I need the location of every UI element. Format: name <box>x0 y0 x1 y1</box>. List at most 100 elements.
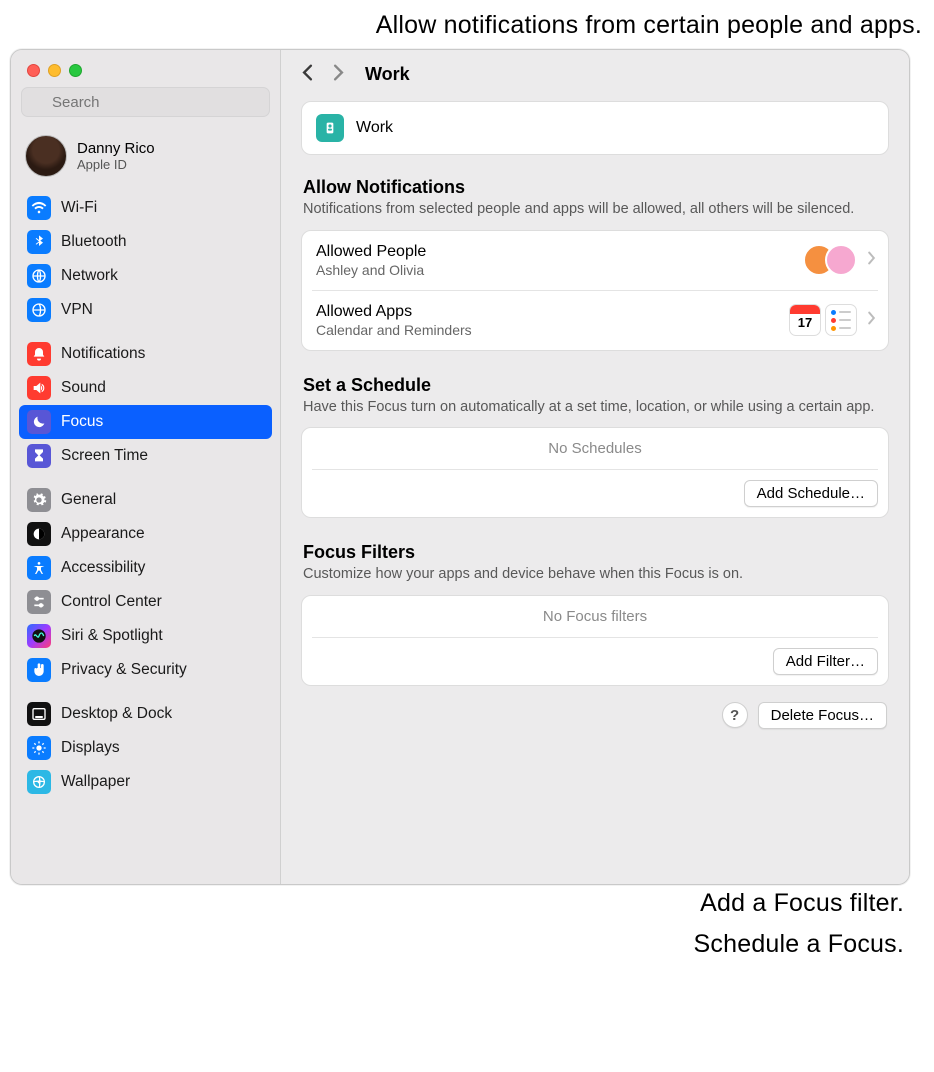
sidebar-item-vpn[interactable]: VPN <box>19 293 272 327</box>
moon-icon <box>27 410 51 434</box>
sidebar-item-accessibility[interactable]: Accessibility <box>19 551 272 585</box>
close-button[interactable] <box>27 64 40 77</box>
bell-icon <box>27 342 51 366</box>
reminders-icon <box>825 304 857 336</box>
schedule-title: Set a Schedule <box>301 375 889 396</box>
window-controls <box>11 50 280 87</box>
annotation-schedule: Schedule a Focus. <box>0 926 934 967</box>
apple-id-row[interactable]: Danny Rico Apple ID <box>11 125 280 191</box>
delete-focus-button[interactable]: Delete Focus… <box>758 702 887 729</box>
add-filter-button[interactable]: Add Filter… <box>773 648 878 675</box>
profile-sub: Apple ID <box>77 157 155 172</box>
control-icon <box>27 590 51 614</box>
sidebar-item-focus[interactable]: Focus <box>19 405 272 439</box>
sidebar-item-label: Focus <box>61 413 103 431</box>
schedule-empty: No Schedules <box>312 428 878 470</box>
sidebar-item-label: Wallpaper <box>61 773 130 791</box>
sidebar-item-label: Privacy & Security <box>61 661 187 679</box>
siri-icon <box>27 624 51 648</box>
appearance-icon <box>27 522 51 546</box>
filters-title: Focus Filters <box>301 542 889 563</box>
sidebar-item-sound[interactable]: Sound <box>19 371 272 405</box>
allowed-apps-title: Allowed Apps <box>316 303 789 321</box>
app-icons <box>789 304 857 336</box>
sidebar-item-network[interactable]: Network <box>19 259 272 293</box>
avatar <box>25 135 67 177</box>
filters-panel: No Focus filters Add Filter… <box>301 595 889 686</box>
back-button[interactable] <box>301 64 314 85</box>
sidebar-item-general[interactable]: General <box>19 483 272 517</box>
wallpaper-icon <box>27 770 51 794</box>
add-schedule-button[interactable]: Add Schedule… <box>744 480 878 507</box>
people-avatars <box>803 244 857 276</box>
sidebar-item-label: Accessibility <box>61 559 145 577</box>
page-title: Work <box>365 64 410 85</box>
sidebar-item-label: Sound <box>61 379 106 397</box>
sidebar-item-notifications[interactable]: Notifications <box>19 337 272 371</box>
vpn-icon <box>27 298 51 322</box>
allowed-apps-row[interactable]: Allowed Apps Calendar and Reminders <box>312 290 878 350</box>
sidebar-item-label: Desktop & Dock <box>61 705 172 723</box>
accessibility-icon <box>27 556 51 580</box>
dock-icon <box>27 702 51 726</box>
sidebar-item-label: Screen Time <box>61 447 148 465</box>
sidebar-item-wallpaper[interactable]: Wallpaper <box>19 765 272 799</box>
sidebar-item-privacy-security[interactable]: Privacy & Security <box>19 653 272 687</box>
zoom-button[interactable] <box>69 64 82 77</box>
sidebar-item-label: VPN <box>61 301 93 319</box>
sidebar-nav: Wi-Fi Bluetooth Network VPN Notifications Sou… <box>11 191 280 819</box>
hand-icon <box>27 658 51 682</box>
network-icon <box>27 264 51 288</box>
calendar-icon <box>789 304 821 336</box>
sidebar-item-label: Notifications <box>61 345 145 363</box>
allowed-people-title: Allowed People <box>316 243 803 261</box>
filters-empty: No Focus filters <box>312 596 878 638</box>
focus-header-label: Work <box>356 119 393 137</box>
annotation-top: Allow notifications from certain people … <box>0 0 934 45</box>
sidebar-item-appearance[interactable]: Appearance <box>19 517 272 551</box>
focus-header-card: Work <box>301 101 889 155</box>
sidebar-item-label: Network <box>61 267 118 285</box>
annotation-filter: Add a Focus filter. <box>0 885 934 926</box>
display-icon <box>27 736 51 760</box>
allowed-apps-sub: Calendar and Reminders <box>316 322 789 338</box>
toolbar: Work <box>281 50 909 95</box>
search-input[interactable] <box>21 87 270 117</box>
hourglass-icon <box>27 444 51 468</box>
work-focus-icon <box>316 114 344 142</box>
content-pane: Work Work Allow Notifications Notificati… <box>281 50 909 884</box>
sound-icon <box>27 376 51 400</box>
allowed-people-sub: Ashley and Olivia <box>316 262 803 278</box>
sidebar-item-label: Displays <box>61 739 120 757</box>
sidebar-item-control-center[interactable]: Control Center <box>19 585 272 619</box>
forward-button[interactable] <box>332 64 345 85</box>
sidebar-item-label: General <box>61 491 116 509</box>
wifi-icon <box>27 196 51 220</box>
chevron-right-icon <box>865 251 878 269</box>
sidebar-item-bluetooth[interactable]: Bluetooth <box>19 225 272 259</box>
sidebar-item-desktop-dock[interactable]: Desktop & Dock <box>19 697 272 731</box>
sidebar-item-displays[interactable]: Displays <box>19 731 272 765</box>
profile-name: Danny Rico <box>77 140 155 157</box>
bluetooth-icon <box>27 230 51 254</box>
gear-icon <box>27 488 51 512</box>
chevron-right-icon <box>865 311 878 329</box>
schedule-panel: No Schedules Add Schedule… <box>301 427 889 518</box>
allow-sub: Notifications from selected people and a… <box>301 198 889 230</box>
sidebar-item-label: Appearance <box>61 525 145 543</box>
sidebar-item-label: Bluetooth <box>61 233 127 251</box>
filters-sub: Customize how your apps and device behav… <box>301 563 889 595</box>
schedule-sub: Have this Focus turn on automatically at… <box>301 396 889 428</box>
sidebar-item-label: Wi-Fi <box>61 199 97 217</box>
settings-window: Danny Rico Apple ID Wi-Fi Bluetooth Networ… <box>10 49 910 885</box>
sidebar-item-label: Control Center <box>61 593 162 611</box>
allow-card: Allowed People Ashley and Olivia <box>301 230 889 351</box>
allow-title: Allow Notifications <box>301 177 889 198</box>
sidebar-item-label: Siri & Spotlight <box>61 627 163 645</box>
allowed-people-row[interactable]: Allowed People Ashley and Olivia <box>302 231 888 290</box>
sidebar-item-screen-time[interactable]: Screen Time <box>19 439 272 473</box>
minimize-button[interactable] <box>48 64 61 77</box>
help-button[interactable]: ? <box>722 702 748 728</box>
sidebar-item-wi-fi[interactable]: Wi-Fi <box>19 191 272 225</box>
sidebar-item-siri-spotlight[interactable]: Siri & Spotlight <box>19 619 272 653</box>
